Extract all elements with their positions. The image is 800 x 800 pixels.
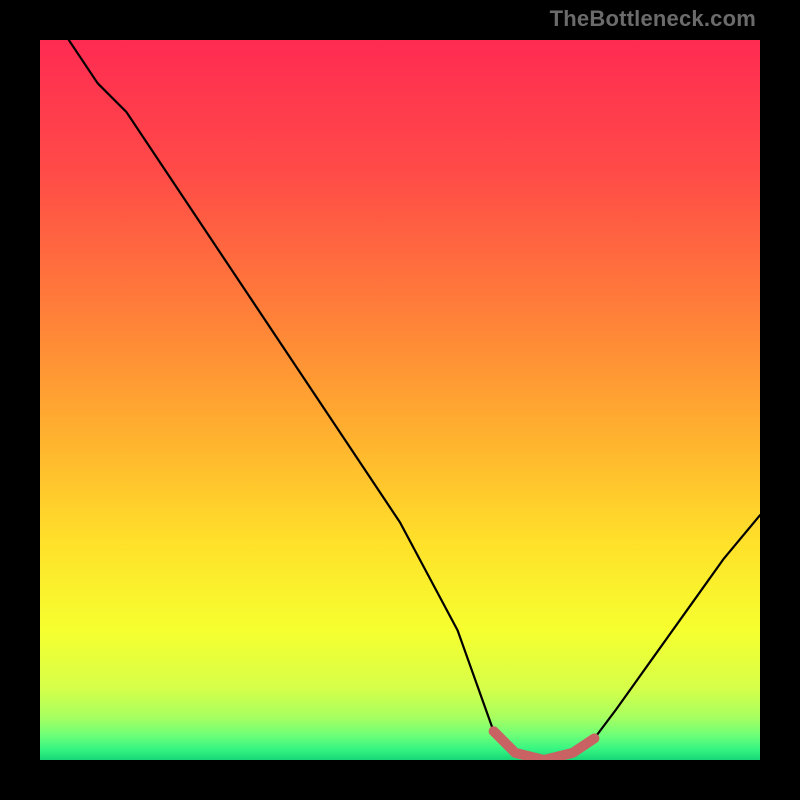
highlight-segment: [494, 731, 595, 760]
chart-frame: TheBottleneck.com: [0, 0, 800, 800]
plot-area: [40, 40, 760, 760]
watermark-text: TheBottleneck.com: [550, 6, 756, 32]
curve-layer: [40, 40, 760, 760]
bottleneck-curve: [69, 40, 760, 760]
